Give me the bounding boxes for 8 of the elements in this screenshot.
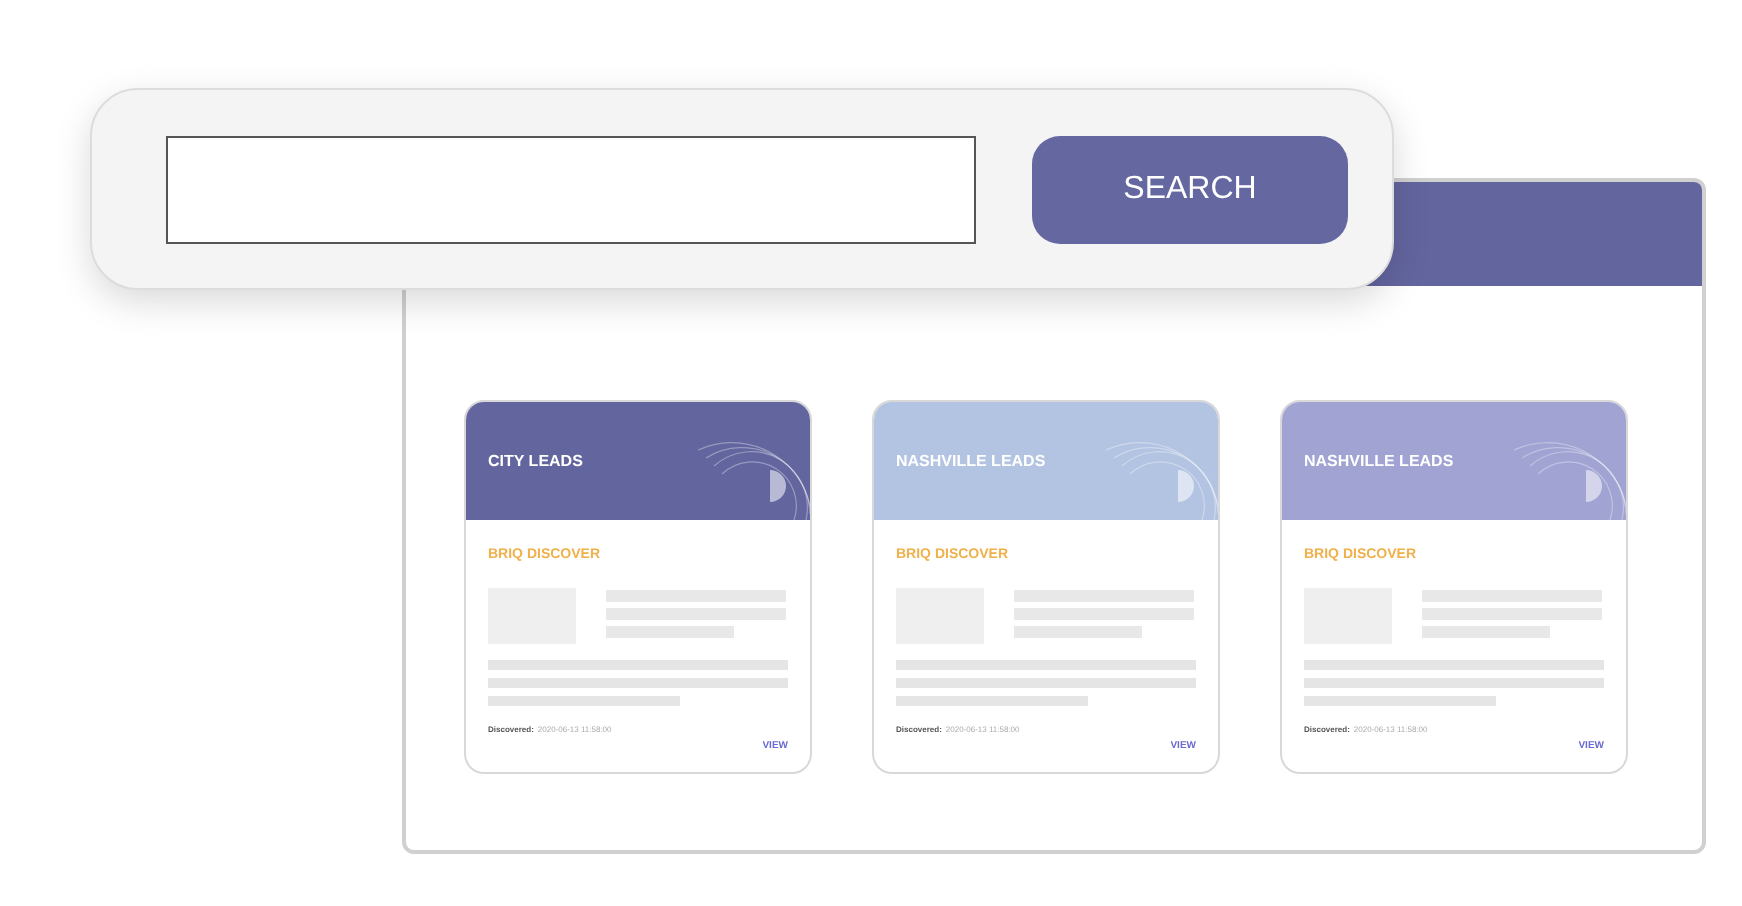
search-button[interactable]: SEARCH <box>1032 135 1348 243</box>
search-field[interactable] <box>166 135 976 243</box>
arcs-icon <box>694 438 810 520</box>
card-title: NASHVILLE LEADS <box>1304 449 1454 473</box>
card-title: CITY LEADS <box>488 449 583 473</box>
card-title: NASHVILLE LEADS <box>896 449 1046 473</box>
arcs-icon <box>1102 438 1218 520</box>
arcs-icon <box>1510 438 1626 520</box>
